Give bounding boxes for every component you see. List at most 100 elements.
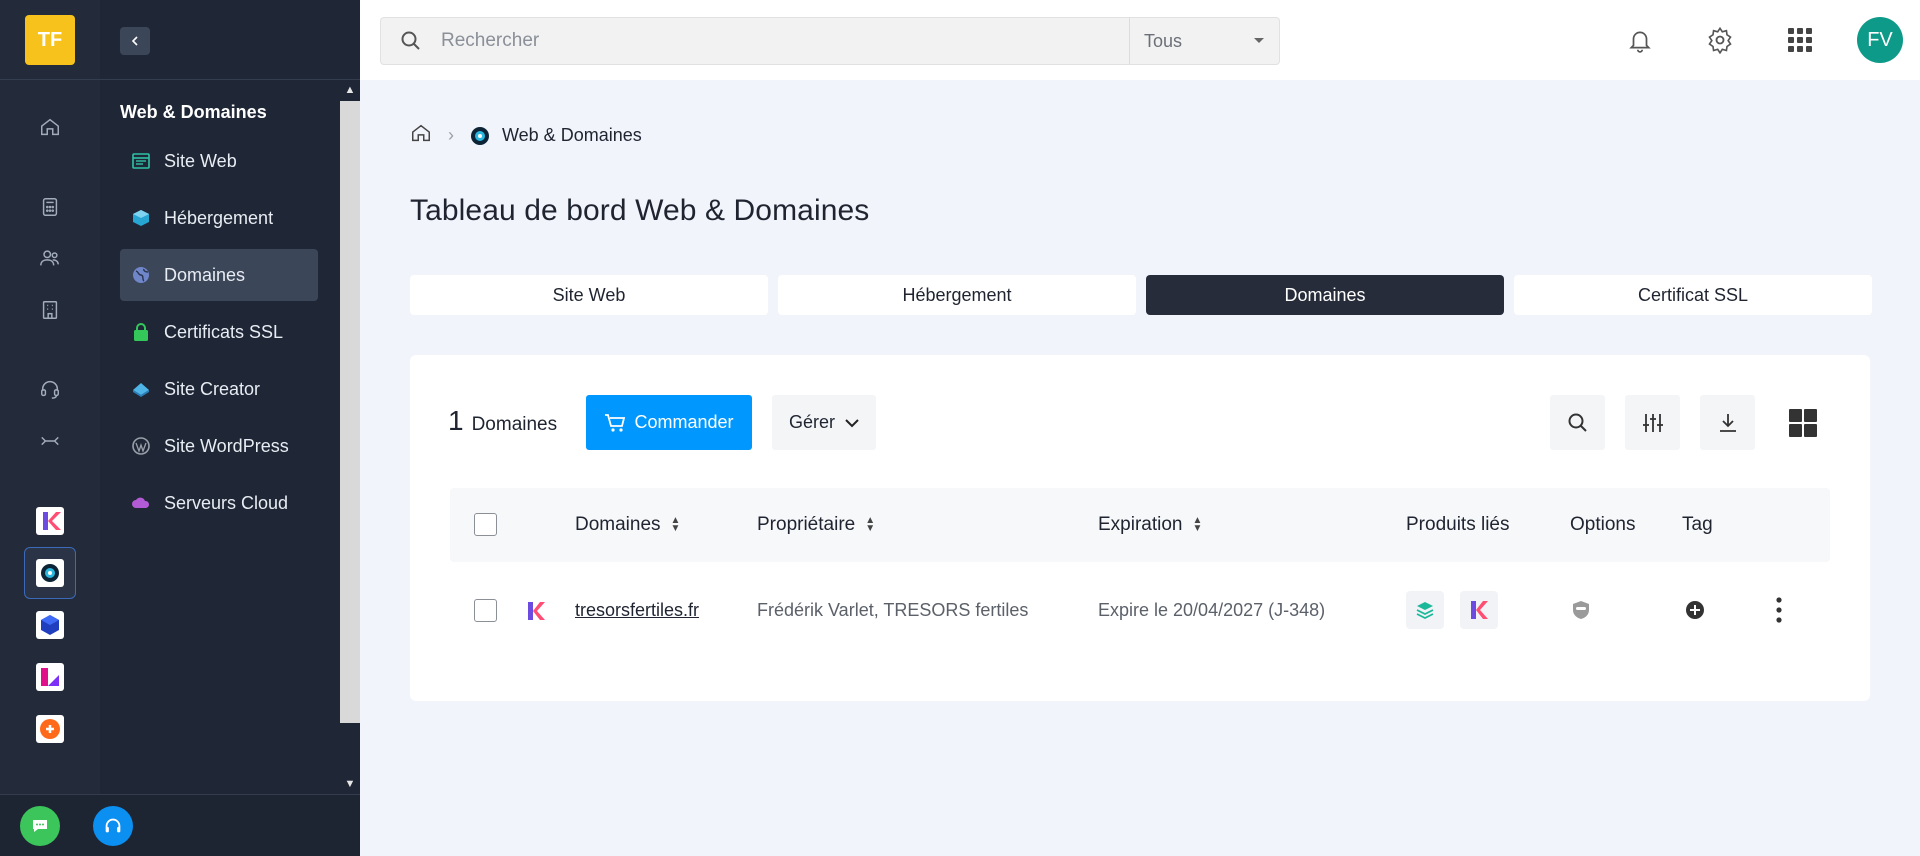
chat-icon <box>33 820 47 832</box>
layers-icon <box>1416 602 1434 620</box>
cloud-icon <box>130 492 152 514</box>
sort-icon: ▲ ▼ <box>865 515 876 534</box>
search-icon <box>381 30 441 52</box>
calculator-icon[interactable] <box>38 195 62 219</box>
column-tag: Tag <box>1682 514 1713 535</box>
hosting-icon <box>130 207 152 229</box>
count-label: Domaines <box>471 414 558 435</box>
scroll-down-icon[interactable]: ▼ <box>340 774 360 794</box>
top-bar: Rechercher Tous FV <box>360 0 1920 80</box>
home-icon[interactable] <box>38 115 62 139</box>
ssl-lock-icon <box>130 321 152 343</box>
chevron-left-icon <box>131 36 138 46</box>
swiss-backup-app-icon[interactable] <box>34 713 66 745</box>
sidebar-item-site-web[interactable]: Site Web <box>120 135 318 187</box>
website-icon <box>130 150 152 172</box>
row-checkbox[interactable] <box>474 599 497 622</box>
kdrive-logo-icon <box>1471 601 1488 619</box>
sidebar-item-label: Site Web <box>164 150 237 171</box>
sidebar-item-serveurs-cloud[interactable]: Serveurs Cloud <box>120 477 318 529</box>
divider <box>100 79 360 80</box>
caret-down-icon <box>1254 38 1264 43</box>
domains-card: 1 Domaines Commander Gérer Domaines ▲ ▼ P… <box>410 355 1870 701</box>
search-icon <box>1568 413 1587 432</box>
settings-button[interactable] <box>1704 24 1736 56</box>
page-title: Tableau de bord Web & Domaines <box>410 194 870 227</box>
headset-icon <box>105 818 121 833</box>
column-expiration[interactable]: Expiration ▲ ▼ <box>1098 488 1202 562</box>
headset-icon[interactable] <box>38 377 62 401</box>
global-search[interactable]: Rechercher Tous <box>380 17 1280 65</box>
gear-icon <box>1708 26 1732 54</box>
domain-count: 1 Domaines <box>448 405 557 437</box>
site-creator-icon <box>130 378 152 400</box>
kdrive-app-icon[interactable] <box>34 505 66 537</box>
cart-icon <box>605 413 626 432</box>
search-scope-select[interactable]: Tous <box>1129 18 1279 64</box>
notifications-button[interactable] <box>1624 24 1656 56</box>
cube-app-icon[interactable] <box>34 609 66 641</box>
more-actions-icon[interactable] <box>1776 597 1782 628</box>
sidebar-item-label: Hébergement <box>164 207 274 228</box>
sidebar-scroll-thumb[interactable] <box>340 101 360 723</box>
divider <box>0 79 100 80</box>
chevron-right-icon: › <box>448 125 454 145</box>
settings-alt-icon[interactable] <box>38 429 62 453</box>
sidebar-item-domaines[interactable]: Domaines <box>120 249 318 301</box>
building-icon[interactable] <box>38 298 62 322</box>
support-button[interactable] <box>93 806 133 846</box>
privacy-shield-icon[interactable] <box>1570 599 1592 626</box>
tab-domaines[interactable]: Domaines <box>1146 275 1504 315</box>
sidebar-item-label: Site WordPress <box>164 435 289 456</box>
sidebar-item-label: Domaines <box>164 264 246 285</box>
chevron-down-icon <box>845 418 859 427</box>
tab-certificat-ssl[interactable]: Certificat SSL <box>1514 275 1872 315</box>
manage-dropdown[interactable]: Gérer <box>772 395 876 450</box>
table-header: Domaines ▲ ▼ Propriétaire ▲ ▼ Expiration ▲… <box>450 488 1830 562</box>
sidebar-item-label: Certificats SSL <box>164 321 284 342</box>
scroll-up-icon[interactable]: ▲ <box>340 80 360 100</box>
column-domains[interactable]: Domaines ▲ ▼ <box>575 488 680 562</box>
users-icon[interactable] <box>38 246 62 270</box>
user-avatar[interactable]: FV <box>1857 17 1903 63</box>
download-button[interactable] <box>1700 395 1755 450</box>
breadcrumb-current[interactable]: Web & Domaines <box>502 125 642 146</box>
sidebar-item-hebergement[interactable]: Hébergement <box>120 192 318 244</box>
breadcrumb: › Web & Domaines <box>410 122 642 149</box>
add-tag-icon[interactable] <box>1685 600 1705 625</box>
tab-site-web[interactable]: Site Web <box>410 275 768 315</box>
filter-button[interactable] <box>1625 395 1680 450</box>
web-domains-app-icon[interactable] <box>24 547 76 599</box>
tab-hebergement[interactable]: Hébergement <box>778 275 1136 315</box>
column-expiration-label: Expiration <box>1098 514 1183 535</box>
sidebar-item-certificats-ssl[interactable]: Certificats SSL <box>120 306 318 358</box>
sidebar-section-title: Web & Domaines <box>120 102 267 122</box>
kchat-app-icon[interactable] <box>34 661 66 693</box>
search-input[interactable]: Rechercher <box>441 30 1129 52</box>
sidebar-item-label: Serveurs Cloud <box>164 492 289 513</box>
home-icon[interactable] <box>410 122 432 149</box>
linked-product-kdrive[interactable] <box>1460 591 1498 629</box>
domain-link[interactable]: tresorsfertiles.fr <box>575 600 699 621</box>
sidebar-item-label: Site Creator <box>164 378 261 399</box>
apps-grid-button[interactable] <box>1784 24 1816 56</box>
sidebar-item-site-wordpress[interactable]: Site WordPress <box>120 420 318 472</box>
order-button[interactable]: Commander <box>586 395 752 450</box>
select-all-checkbox[interactable] <box>474 513 497 536</box>
collapse-sidebar-button[interactable] <box>120 27 150 55</box>
section-sidebar: Web & Domaines Site Web Hébergement Doma… <box>100 0 360 794</box>
column-options: Options <box>1570 514 1636 535</box>
grid-icon <box>1788 28 1812 52</box>
org-logo[interactable]: TF <box>25 15 75 65</box>
search-scope-value: Tous <box>1144 30 1183 51</box>
column-owner[interactable]: Propriétaire ▲ ▼ <box>757 488 875 562</box>
search-button[interactable] <box>1550 395 1605 450</box>
wordpress-icon <box>130 435 152 457</box>
download-icon <box>1719 413 1736 432</box>
grid-view-button[interactable] <box>1775 395 1830 450</box>
column-owner-label: Propriétaire <box>757 514 856 535</box>
sidebar-item-site-creator[interactable]: Site Creator <box>120 363 318 415</box>
linked-product-hosting[interactable] <box>1406 591 1444 629</box>
chat-button[interactable] <box>20 806 60 846</box>
sort-icon: ▲ ▼ <box>670 515 681 534</box>
